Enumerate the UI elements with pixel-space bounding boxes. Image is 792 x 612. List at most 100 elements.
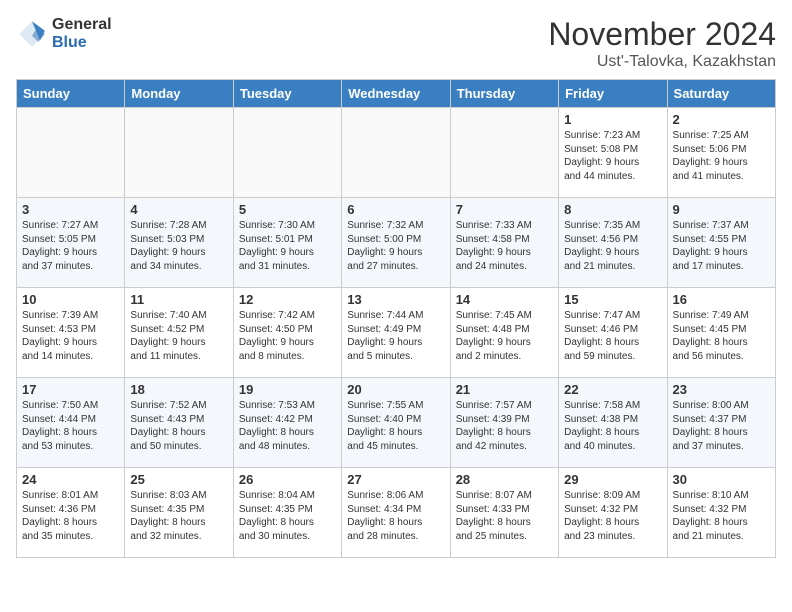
logo-blue: Blue	[52, 34, 112, 52]
page-header: General Blue November 2024 Ust'-Talovka,…	[16, 16, 776, 71]
day-info: Sunrise: 7:35 AM Sunset: 4:56 PM Dayligh…	[564, 219, 661, 273]
calendar-week-row: 17 Sunrise: 7:50 AM Sunset: 4:44 PM Dayli…	[17, 378, 776, 468]
day-info: Sunrise: 8:01 AM Sunset: 4:36 PM Dayligh…	[22, 489, 119, 543]
weekday-header-thursday: Thursday	[450, 80, 558, 108]
day-info: Sunrise: 7:42 AM Sunset: 4:50 PM Dayligh…	[239, 309, 336, 363]
day-info: Sunrise: 7:33 AM Sunset: 4:58 PM Dayligh…	[456, 219, 553, 273]
day-number: 12	[239, 292, 336, 307]
day-info: Sunrise: 7:53 AM Sunset: 4:42 PM Dayligh…	[239, 399, 336, 453]
day-number: 15	[564, 292, 661, 307]
day-info: Sunrise: 7:57 AM Sunset: 4:39 PM Dayligh…	[456, 399, 553, 453]
day-info: Sunrise: 7:28 AM Sunset: 5:03 PM Dayligh…	[130, 219, 227, 273]
day-info: Sunrise: 7:45 AM Sunset: 4:48 PM Dayligh…	[456, 309, 553, 363]
day-number: 20	[347, 382, 444, 397]
day-number: 10	[22, 292, 119, 307]
day-number: 9	[673, 202, 770, 217]
day-number: 25	[130, 472, 227, 487]
day-info: Sunrise: 8:10 AM Sunset: 4:32 PM Dayligh…	[673, 489, 770, 543]
day-info: Sunrise: 7:40 AM Sunset: 4:52 PM Dayligh…	[130, 309, 227, 363]
day-number: 16	[673, 292, 770, 307]
calendar-cell: 22 Sunrise: 7:58 AM Sunset: 4:38 PM Dayli…	[559, 378, 667, 468]
calendar-cell: 2Sunrise: 7:25 AM Sunset: 5:06 PM Daylig…	[667, 108, 775, 198]
logo-general: General	[52, 16, 112, 34]
day-number: 22	[564, 382, 661, 397]
calendar-cell	[125, 108, 233, 198]
day-number: 30	[673, 472, 770, 487]
calendar-cell: 11 Sunrise: 7:40 AM Sunset: 4:52 PM Dayli…	[125, 288, 233, 378]
day-number: 17	[22, 382, 119, 397]
day-info: Sunrise: 7:50 AM Sunset: 4:44 PM Dayligh…	[22, 399, 119, 453]
calendar-cell: 30 Sunrise: 8:10 AM Sunset: 4:32 PM Dayli…	[667, 468, 775, 558]
calendar-cell: 12 Sunrise: 7:42 AM Sunset: 4:50 PM Dayli…	[233, 288, 341, 378]
title-block: November 2024 Ust'-Talovka, Kazakhstan	[548, 16, 776, 71]
month-title: November 2024	[548, 16, 776, 53]
calendar-week-row: 10 Sunrise: 7:39 AM Sunset: 4:53 PM Dayli…	[17, 288, 776, 378]
calendar-cell: 13 Sunrise: 7:44 AM Sunset: 4:49 PM Dayli…	[342, 288, 450, 378]
calendar-week-row: 24 Sunrise: 8:01 AM Sunset: 4:36 PM Dayli…	[17, 468, 776, 558]
calendar-cell: 18 Sunrise: 7:52 AM Sunset: 4:43 PM Dayli…	[125, 378, 233, 468]
logo-text: General Blue	[52, 16, 112, 51]
day-number: 13	[347, 292, 444, 307]
day-info: Sunrise: 7:52 AM Sunset: 4:43 PM Dayligh…	[130, 399, 227, 453]
day-info: Sunrise: 8:00 AM Sunset: 4:37 PM Dayligh…	[673, 399, 770, 453]
day-info: Sunrise: 8:07 AM Sunset: 4:33 PM Dayligh…	[456, 489, 553, 543]
calendar-cell: 20 Sunrise: 7:55 AM Sunset: 4:40 PM Dayli…	[342, 378, 450, 468]
day-info: Sunrise: 7:39 AM Sunset: 4:53 PM Dayligh…	[22, 309, 119, 363]
calendar-cell: 1 Sunrise: 7:23 AM Sunset: 5:08 PM Daylig…	[559, 108, 667, 198]
day-info: Sunrise: 7:58 AM Sunset: 4:38 PM Dayligh…	[564, 399, 661, 453]
calendar-cell	[233, 108, 341, 198]
day-info: Sunrise: 7:32 AM Sunset: 5:00 PM Dayligh…	[347, 219, 444, 273]
day-info: Sunrise: 8:03 AM Sunset: 4:35 PM Dayligh…	[130, 489, 227, 543]
logo: General Blue	[16, 16, 112, 51]
day-info: Sunrise: 7:44 AM Sunset: 4:49 PM Dayligh…	[347, 309, 444, 363]
weekday-header-wednesday: Wednesday	[342, 80, 450, 108]
calendar-cell: 15Sunrise: 7:47 AM Sunset: 4:46 PM Dayli…	[559, 288, 667, 378]
calendar-cell: 3 Sunrise: 7:27 AM Sunset: 5:05 PM Daylig…	[17, 198, 125, 288]
calendar-cell: 23 Sunrise: 8:00 AM Sunset: 4:37 PM Dayli…	[667, 378, 775, 468]
calendar-cell: 25 Sunrise: 8:03 AM Sunset: 4:35 PM Dayli…	[125, 468, 233, 558]
day-number: 19	[239, 382, 336, 397]
weekday-header-monday: Monday	[125, 80, 233, 108]
calendar-cell: 6Sunrise: 7:32 AM Sunset: 5:00 PM Daylig…	[342, 198, 450, 288]
calendar-cell: 9 Sunrise: 7:37 AM Sunset: 4:55 PM Daylig…	[667, 198, 775, 288]
day-info: Sunrise: 7:27 AM Sunset: 5:05 PM Dayligh…	[22, 219, 119, 273]
day-number: 11	[130, 292, 227, 307]
day-info: Sunrise: 8:09 AM Sunset: 4:32 PM Dayligh…	[564, 489, 661, 543]
weekday-header-friday: Friday	[559, 80, 667, 108]
calendar-cell: 8 Sunrise: 7:35 AM Sunset: 4:56 PM Daylig…	[559, 198, 667, 288]
day-number: 26	[239, 472, 336, 487]
day-info: Sunrise: 7:23 AM Sunset: 5:08 PM Dayligh…	[564, 129, 661, 183]
calendar-cell: 7 Sunrise: 7:33 AM Sunset: 4:58 PM Daylig…	[450, 198, 558, 288]
day-info: Sunrise: 8:04 AM Sunset: 4:35 PM Dayligh…	[239, 489, 336, 543]
logo-icon	[16, 18, 48, 50]
day-number: 18	[130, 382, 227, 397]
calendar-week-row: 1 Sunrise: 7:23 AM Sunset: 5:08 PM Daylig…	[17, 108, 776, 198]
day-number: 3	[22, 202, 119, 217]
calendar-cell: 24 Sunrise: 8:01 AM Sunset: 4:36 PM Dayli…	[17, 468, 125, 558]
day-info: Sunrise: 7:55 AM Sunset: 4:40 PM Dayligh…	[347, 399, 444, 453]
day-number: 24	[22, 472, 119, 487]
day-number: 5	[239, 202, 336, 217]
day-number: 23	[673, 382, 770, 397]
calendar-cell: 17 Sunrise: 7:50 AM Sunset: 4:44 PM Dayli…	[17, 378, 125, 468]
calendar-cell: 27 Sunrise: 8:06 AM Sunset: 4:34 PM Dayli…	[342, 468, 450, 558]
day-number: 27	[347, 472, 444, 487]
calendar-cell: 10 Sunrise: 7:39 AM Sunset: 4:53 PM Dayli…	[17, 288, 125, 378]
day-number: 1	[564, 112, 661, 127]
day-number: 14	[456, 292, 553, 307]
day-number: 8	[564, 202, 661, 217]
calendar-cell: 28 Sunrise: 8:07 AM Sunset: 4:33 PM Dayli…	[450, 468, 558, 558]
day-number: 2	[673, 112, 770, 127]
weekday-header-row: SundayMondayTuesdayWednesdayThursdayFrid…	[17, 80, 776, 108]
day-number: 7	[456, 202, 553, 217]
day-number: 29	[564, 472, 661, 487]
calendar-table: SundayMondayTuesdayWednesdayThursdayFrid…	[16, 79, 776, 558]
weekday-header-saturday: Saturday	[667, 80, 775, 108]
day-info: Sunrise: 8:06 AM Sunset: 4:34 PM Dayligh…	[347, 489, 444, 543]
day-number: 28	[456, 472, 553, 487]
day-number: 4	[130, 202, 227, 217]
day-info: Sunrise: 7:37 AM Sunset: 4:55 PM Dayligh…	[673, 219, 770, 273]
calendar-cell: 16Sunrise: 7:49 AM Sunset: 4:45 PM Dayli…	[667, 288, 775, 378]
calendar-cell	[342, 108, 450, 198]
calendar-cell	[17, 108, 125, 198]
